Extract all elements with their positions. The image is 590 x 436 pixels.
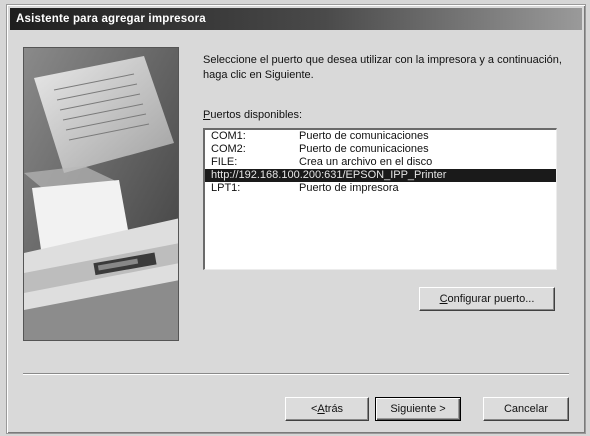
cancel-label: Cancelar — [503, 403, 549, 415]
configure-port-button[interactable]: Configurar puerto... — [419, 287, 555, 311]
bottom-separator — [23, 373, 569, 375]
port-row-ipp-printer[interactable]: http://192.168.100.200:631/EPSON_IPP_Pri… — [205, 169, 556, 182]
next-button[interactable]: Siguiente > — [375, 397, 461, 421]
port-name: LPT1: — [211, 182, 241, 194]
port-row-com1[interactable]: COM1: Puerto de comunicaciones — [205, 130, 556, 143]
printer-image-icon — [24, 48, 178, 340]
configure-accel: C — [439, 293, 448, 305]
instruction-text: Seleccione el puerto que desea utilizar … — [203, 54, 562, 81]
ports-label-text: uertos disponibles: — [210, 109, 303, 121]
port-description: Puerto de comunicaciones — [299, 143, 429, 155]
configure-label: onfigurar puerto... — [447, 293, 535, 305]
add-printer-wizard-window: Asistente para agregar impresora Selecci… — [6, 4, 586, 434]
port-description: Puerto de impresora — [299, 182, 399, 194]
window-title: Asistente para agregar impresora — [10, 8, 582, 30]
port-description: Crea un archivo en el disco — [299, 156, 433, 168]
next-label: Siguiente > — [390, 403, 446, 415]
ports-listbox[interactable]: COM1: Puerto de comunicaciones COM2: Pue… — [203, 128, 557, 270]
port-row-lpt1[interactable]: LPT1: Puerto de impresora — [205, 182, 556, 195]
port-name: http://192.168.100.200:631/EPSON_IPP_Pri… — [211, 169, 447, 181]
ports-list-label: Puertos disponibles: — [203, 109, 302, 121]
port-name: COM2: — [211, 143, 246, 155]
port-description: Puerto de comunicaciones — [299, 130, 429, 142]
back-button[interactable]: < Atrás — [285, 397, 369, 421]
cancel-button[interactable]: Cancelar — [483, 397, 569, 421]
port-name: COM1: — [211, 130, 246, 142]
wizard-printer-illustration — [23, 47, 179, 341]
port-row-file[interactable]: FILE: Crea un archivo en el disco — [205, 156, 556, 169]
back-label: trás — [324, 403, 344, 415]
port-name: FILE: — [211, 156, 238, 168]
back-accel: A — [317, 403, 325, 415]
port-row-com2[interactable]: COM2: Puerto de comunicaciones — [205, 143, 556, 156]
